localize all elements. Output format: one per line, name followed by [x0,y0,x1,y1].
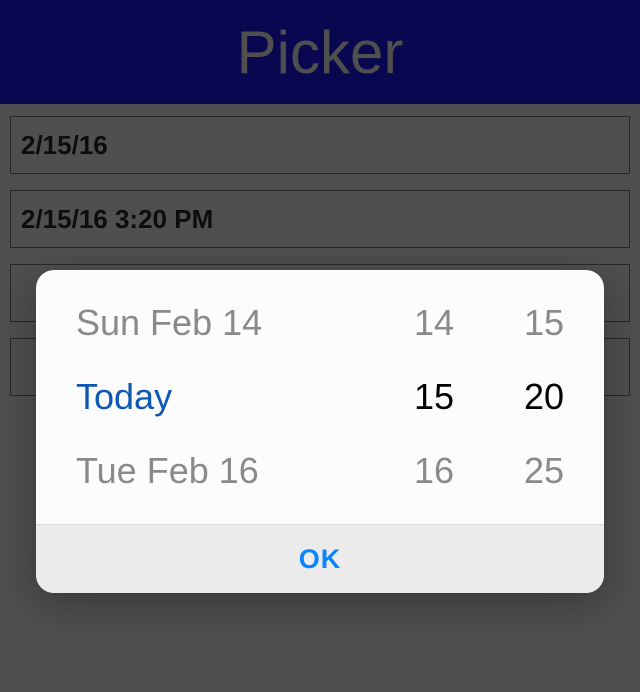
minute-wheel-selected: 20 [524,360,564,434]
minute-wheel-prev: 15 [524,286,564,360]
picker-action-bar: OK [36,524,604,593]
picker-wheels: Sun Feb 14 Today Tue Feb 16 14 15 16 15 … [36,270,604,524]
hour-wheel[interactable]: 14 15 16 [344,286,454,508]
date-wheel-next: Tue Feb 16 [76,434,259,508]
hour-wheel-selected: 15 [414,360,454,434]
ok-button[interactable]: OK [293,543,348,576]
minute-wheel-next: 25 [524,434,564,508]
hour-wheel-next: 16 [414,434,454,508]
datetime-picker-sheet: Sun Feb 14 Today Tue Feb 16 14 15 16 15 … [36,270,604,593]
date-wheel-selected: Today [76,360,172,434]
hour-wheel-prev: 14 [414,286,454,360]
date-wheel[interactable]: Sun Feb 14 Today Tue Feb 16 [76,286,344,508]
minute-wheel[interactable]: 15 20 25 [454,286,564,508]
date-wheel-prev: Sun Feb 14 [76,286,262,360]
